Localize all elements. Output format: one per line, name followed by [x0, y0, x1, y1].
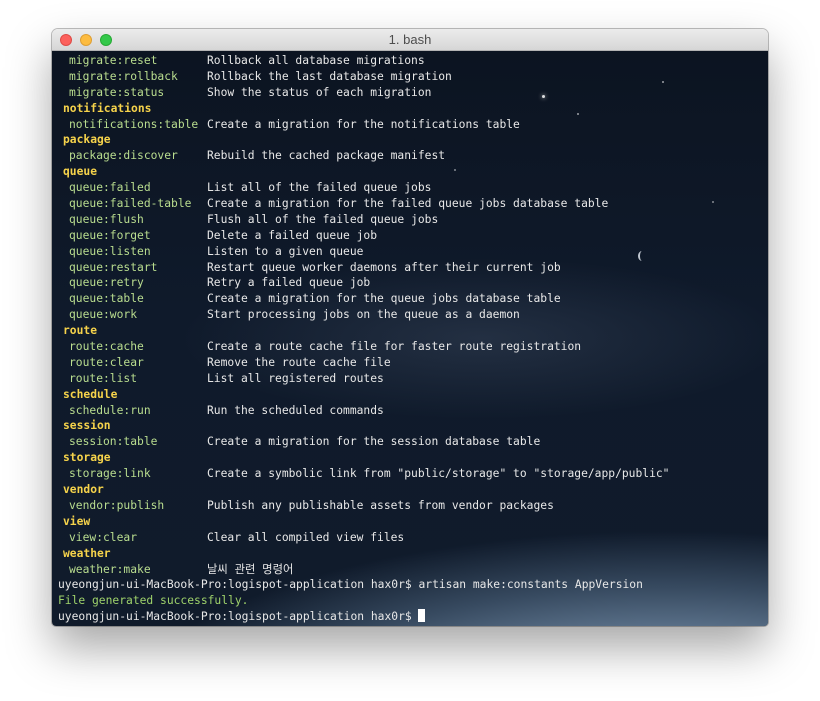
- command-name: storage:link: [69, 467, 151, 481]
- command-name: vendor:publish: [69, 498, 165, 512]
- command-description: Publish any publishable assets from vend…: [207, 498, 554, 512]
- command-description: Create a migration for the notifications…: [207, 117, 520, 131]
- command-name: migrate:status: [69, 85, 165, 99]
- terminal-window: 1. bash migrate:reset Rollback all databa…: [52, 29, 768, 626]
- star-decoration: [542, 95, 545, 98]
- command-name: weather:make: [69, 562, 151, 576]
- command-group-heading: schedule: [63, 387, 118, 401]
- command-name: queue:retry: [69, 276, 144, 290]
- command-name: route:clear: [69, 355, 144, 369]
- command-description: Remove the route cache file: [207, 355, 391, 369]
- command-name: route:cache: [69, 340, 144, 354]
- title-bar[interactable]: 1. bash: [52, 29, 768, 51]
- command-name: package:discover: [69, 149, 178, 163]
- command-group-heading: vendor: [63, 483, 104, 497]
- star-decoration: [662, 81, 664, 83]
- star-decoration: [454, 169, 456, 171]
- window-title: 1. bash: [388, 32, 432, 47]
- command-description: Run the scheduled commands: [207, 403, 384, 417]
- command-name: queue:failed-table: [69, 197, 192, 211]
- command-description: Clear all compiled view files: [207, 530, 405, 544]
- command-description: List all registered routes: [207, 371, 384, 385]
- command-description: Delete a failed queue job: [207, 228, 378, 242]
- command-group-heading: route: [63, 324, 98, 338]
- star-decoration: [577, 113, 579, 115]
- command-description: Rebuild the cached package manifest: [207, 149, 446, 163]
- command-description: Flush all of the failed queue jobs: [207, 212, 439, 226]
- terminal-content[interactable]: migrate:reset Rollback all database migra…: [52, 51, 768, 626]
- command-name: migrate:reset: [69, 54, 158, 67]
- command-description: Create a route cache file for faster rou…: [207, 340, 582, 354]
- shell-prompt: uyeongjun-ui-MacBook-Pro:logispot-applic…: [58, 578, 643, 592]
- success-message: File generated successfully.: [58, 594, 249, 608]
- command-name: queue:table: [69, 292, 144, 306]
- command-group-heading: queue: [63, 165, 98, 179]
- command-name: schedule:run: [69, 403, 151, 417]
- text-cursor[interactable]: [418, 609, 426, 623]
- command-group-heading: weather: [63, 546, 111, 560]
- command-description: Start processing jobs on the queue as a …: [207, 308, 520, 322]
- command-name: queue:listen: [69, 244, 151, 258]
- command-name: migrate:rollback: [69, 69, 178, 83]
- command-description: Retry a failed queue job: [207, 276, 371, 290]
- command-group-heading: view: [63, 514, 91, 528]
- command-description: Create a migration for the failed queue …: [207, 197, 609, 211]
- command-name: queue:flush: [69, 212, 144, 226]
- star-decoration: [638, 251, 646, 261]
- command-description: List all of the failed queue jobs: [207, 181, 432, 195]
- command-name: queue:failed: [69, 181, 151, 195]
- command-group-heading: storage: [63, 451, 111, 465]
- command-description: Create a migration for the session datab…: [207, 435, 541, 449]
- command-group-heading: package: [63, 133, 111, 147]
- command-description: Show the status of each migration: [207, 85, 432, 99]
- command-name: notifications:table: [69, 117, 199, 131]
- command-description: Create a symbolic link from "public/stor…: [207, 467, 670, 481]
- command-description: 날씨 관련 명령어: [207, 562, 294, 576]
- command-description: Create a migration for the queue jobs da…: [207, 292, 561, 306]
- star-decoration: [712, 201, 714, 203]
- cursor-line: uyeongjun-ui-MacBook-Pro:logispot-applic…: [58, 609, 426, 625]
- command-name: queue:work: [69, 308, 138, 322]
- command-description: Rollback the last database migration: [207, 69, 452, 83]
- command-name: session:table: [69, 435, 158, 449]
- command-group-heading: notifications: [63, 101, 152, 115]
- command-description: Rollback all database migrations: [207, 54, 425, 67]
- command-name: route:list: [69, 371, 138, 385]
- command-name: queue:restart: [69, 260, 158, 274]
- command-description: Listen to a given queue: [207, 244, 364, 258]
- command-description: Restart queue worker daemons after their…: [207, 260, 561, 274]
- command-group-heading: session: [63, 419, 111, 433]
- command-name: view:clear: [69, 530, 138, 544]
- command-name: queue:forget: [69, 228, 151, 242]
